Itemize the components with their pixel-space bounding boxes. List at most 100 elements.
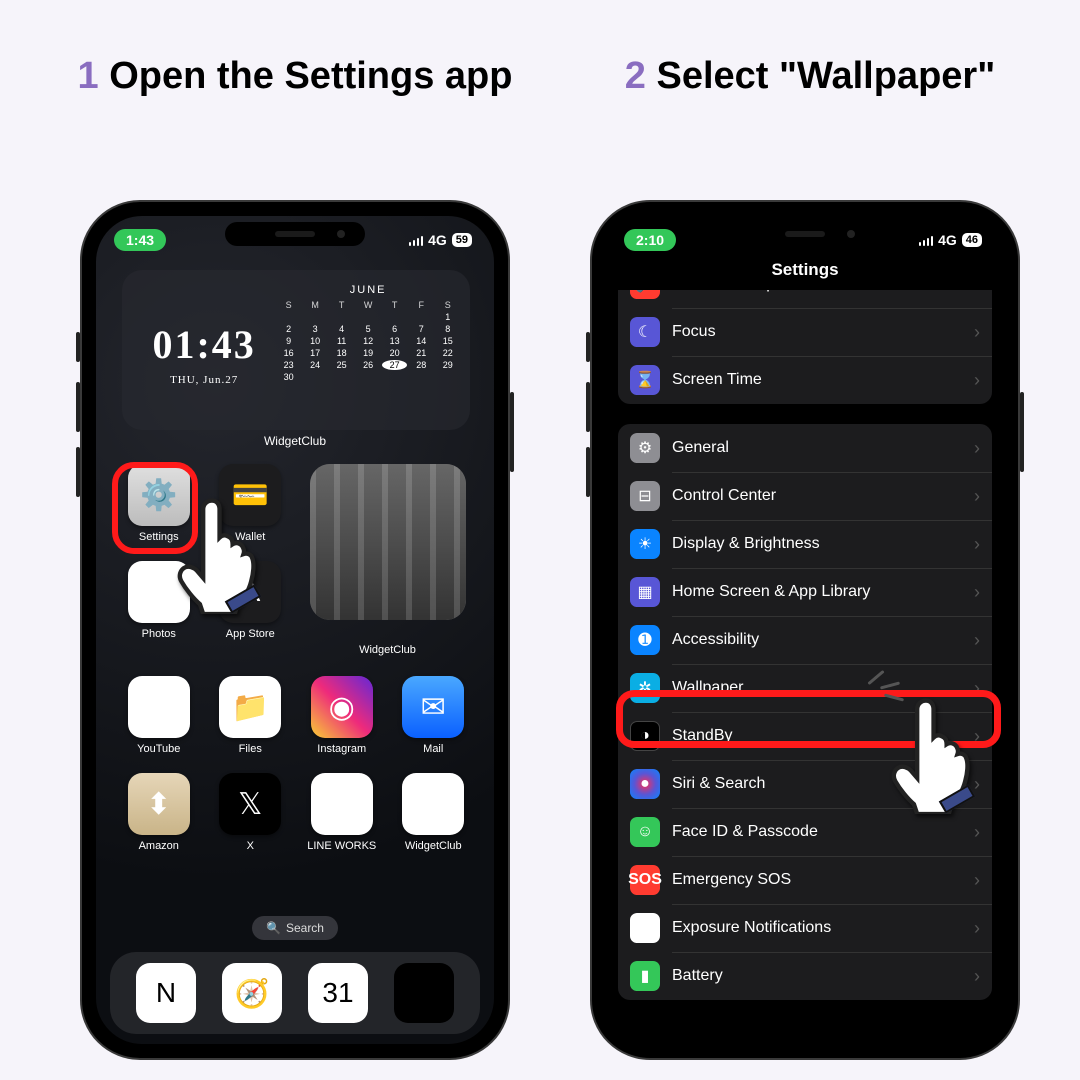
photo-widget[interactable]	[310, 464, 466, 620]
amazon-icon: ⬍	[128, 773, 190, 835]
sounds-icon: 🔊	[630, 290, 660, 299]
dock-app-gcal[interactable]: 31	[308, 963, 368, 1023]
chevron-right-icon: ›	[974, 582, 980, 603]
cc-icon: ⊟	[630, 481, 660, 511]
app-mail[interactable]: ✉ Mail	[391, 676, 477, 755]
access-icon: ➊	[630, 625, 660, 655]
battery-badge: 46	[962, 233, 982, 247]
widget-time: 01:43	[152, 321, 255, 368]
chevron-right-icon: ›	[974, 290, 980, 295]
settings-row-access[interactable]: ➊ Accessibility ›	[618, 616, 992, 664]
pointer-hand-icon	[884, 694, 994, 814]
chevron-right-icon: ›	[974, 322, 980, 343]
app-widgetclub[interactable]: ▦ WidgetClub	[391, 773, 477, 852]
settings-list[interactable]: 🔊Sounds & Haptics›☾Focus›⌛Screen Time› ⚙…	[618, 290, 992, 1044]
dock: N 🧭 31 ✺	[110, 952, 480, 1034]
display-icon: ☀	[630, 529, 660, 559]
settings-row-sounds[interactable]: 🔊 Sounds & Haptics ›	[618, 290, 992, 308]
row-label: Battery	[672, 967, 962, 985]
notch	[735, 222, 875, 246]
app-lineworks[interactable]: WLINE WORKS	[299, 773, 385, 852]
widget-month: JUNE	[276, 284, 460, 296]
settings-row-home[interactable]: ▦ Home Screen & App Library ›	[618, 568, 992, 616]
pointer-hand-icon	[170, 494, 280, 614]
settings-row-display[interactable]: ☀ Display & Brightness ›	[618, 520, 992, 568]
battery-icon: ▮	[630, 961, 660, 991]
battery-badge: 59	[452, 233, 472, 247]
phone-homescreen: 1:43 4G 59 01:43 THU, Jun.27 JUNE SMTWTF…	[80, 200, 510, 1060]
row-label: Emergency SOS	[672, 871, 962, 889]
settings-row-focus[interactable]: ☾ Focus ›	[618, 308, 992, 356]
app-instagram[interactable]: ◉ Instagram	[299, 676, 385, 755]
app-label: Instagram	[317, 743, 366, 755]
row-label: Home Screen & App Library	[672, 583, 962, 601]
clock-calendar-widget[interactable]: 01:43 THU, Jun.27 JUNE SMTWTFS1234567891…	[122, 270, 470, 430]
app-youtube[interactable]: ▶ YouTube	[116, 676, 202, 755]
step2-title: 2 Select "Wallpaper"	[580, 50, 1040, 103]
step1-title: 1 Open the Settings app	[65, 50, 525, 103]
settings-row-exposure[interactable]: ☀ Exposure Notifications ›	[618, 904, 992, 952]
chevron-right-icon: ›	[974, 370, 980, 391]
row-label: Focus	[672, 323, 962, 341]
dock-app-safari[interactable]: 🧭	[222, 963, 282, 1023]
app-label: Files	[239, 743, 262, 755]
row-label: Exposure Notifications	[672, 919, 962, 937]
search-icon: 🔍	[266, 921, 281, 935]
app-label: Amazon	[139, 840, 179, 852]
settings-row-faceid[interactable]: ☺Face ID & Passcode›	[618, 808, 992, 856]
signal-icon	[919, 235, 934, 246]
row-label: General	[672, 439, 962, 457]
instagram-icon: ◉	[311, 676, 373, 738]
status-time: 2:10	[624, 229, 676, 251]
dock-app-chatgpt[interactable]: ✺	[394, 963, 454, 1023]
mail-icon: ✉	[402, 676, 464, 738]
lineworks-icon: W	[311, 773, 373, 835]
files-icon: 📁	[219, 676, 281, 738]
network-label: 4G	[428, 232, 447, 248]
app-amazon[interactable]: ⬍ Amazon	[116, 773, 202, 852]
status-time: 1:43	[114, 229, 166, 251]
app-files[interactable]: 📁 Files	[208, 676, 294, 755]
chevron-right-icon: ›	[974, 438, 980, 459]
widgetclub-icon: ▦	[402, 773, 464, 835]
photo-widget-label: WidgetClub	[299, 644, 476, 658]
sos-icon: SOS	[630, 865, 660, 895]
signal-icon	[409, 235, 424, 246]
settings-row-cc[interactable]: ⊟Control Center›	[618, 472, 992, 520]
home-search[interactable]: 🔍 Search	[252, 916, 338, 940]
settings-row-sos[interactable]: SOS Emergency SOS ›	[618, 856, 992, 904]
app-label: Mail	[423, 743, 443, 755]
row-label: Screen Time	[672, 371, 962, 389]
widget-calendar-grid: SMTWTFS123456789101112131415161718192021…	[276, 300, 460, 382]
dock-app-notion[interactable]: N	[136, 963, 196, 1023]
chevron-right-icon: ›	[974, 870, 980, 891]
settings-row-battery[interactable]: ▮ Battery ›	[618, 952, 992, 1000]
chevron-right-icon: ›	[974, 534, 980, 555]
chevron-right-icon: ›	[974, 966, 980, 987]
app-label: WidgetClub	[405, 840, 462, 852]
chevron-right-icon: ›	[974, 486, 980, 507]
phone-settings: 2:10 4G 46 Settings 🔊Sounds & Haptics›☾F…	[590, 200, 1020, 1060]
exposure-icon: ☀	[630, 913, 660, 943]
x-icon: 𝕏	[219, 773, 281, 835]
app-label: App Store	[226, 628, 275, 640]
row-label: Accessibility	[672, 631, 962, 649]
app-label: YouTube	[137, 743, 180, 755]
youtube-icon: ▶	[128, 676, 190, 738]
chevron-right-icon: ›	[974, 918, 980, 939]
focus-icon: ☾	[630, 317, 660, 347]
settings-group-1: 🔊 Sounds & Haptics › ☾ Focus › ⌛ Screen Time ›	[618, 290, 992, 404]
siri-icon: ●	[630, 769, 660, 799]
app-x[interactable]: 𝕏X	[208, 773, 294, 852]
screentime-icon: ⌛	[630, 365, 660, 395]
settings-row-screentime[interactable]: ⌛ Screen Time ›	[618, 356, 992, 404]
chevron-right-icon: ›	[974, 630, 980, 651]
row-label: Display & Brightness	[672, 535, 962, 553]
home-icon: ▦	[630, 577, 660, 607]
settings-row-general[interactable]: ⚙General›	[618, 424, 992, 472]
notch	[225, 222, 365, 246]
row-label: Face ID & Passcode	[672, 823, 962, 841]
row-label: Sounds & Haptics	[672, 290, 962, 293]
app-label: X	[247, 840, 254, 852]
faceid-icon: ☺	[630, 817, 660, 847]
